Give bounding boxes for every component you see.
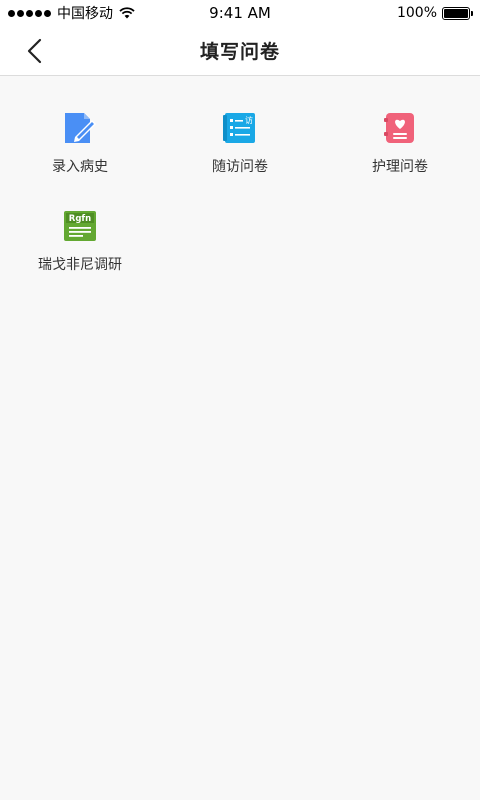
list-visit-icon: 访 [222, 110, 258, 146]
menu-item-nursing[interactable]: 护理问卷 [320, 100, 480, 180]
menu-item-medical-history[interactable]: 录入病史 [0, 100, 160, 180]
carrier-label: 中国移动 [57, 6, 113, 22]
signal-strength-icon [8, 9, 51, 17]
menu-item-label: 随访问卷 [212, 159, 268, 175]
back-button[interactable] [18, 34, 52, 68]
status-left: 中国移动 [8, 3, 135, 23]
status-right: 100% [396, 5, 473, 21]
menu-item-regorafenib-survey[interactable]: Rgfn 瑞戈非尼调研 [0, 198, 160, 278]
battery-icon [442, 6, 473, 20]
page-title: 填写问卷 [199, 41, 280, 63]
questionnaire-menu: 录入病史 访 随访问卷 护理问卷 Rgfn 瑞戈非尼调研 [0, 100, 480, 278]
navigation-bar: 填写问卷 [0, 26, 480, 76]
rgfn-document-icon: Rgfn [62, 208, 98, 244]
document-edit-icon [62, 110, 98, 146]
rgfn-label: Rgfn [69, 214, 91, 224]
menu-item-follow-up[interactable]: 访 随访问卷 [160, 100, 320, 180]
heart-list-icon [382, 110, 418, 146]
battery-percent: 100% [396, 5, 437, 21]
menu-item-label: 护理问卷 [372, 159, 428, 175]
chevron-left-icon [27, 38, 42, 64]
status-bar: 中国移动 9:41 AM 100% [0, 0, 480, 26]
wifi-icon [119, 7, 135, 19]
menu-item-label: 瑞戈非尼调研 [38, 257, 122, 273]
visit-char: 访 [245, 115, 253, 125]
menu-item-label: 录入病史 [52, 159, 108, 175]
